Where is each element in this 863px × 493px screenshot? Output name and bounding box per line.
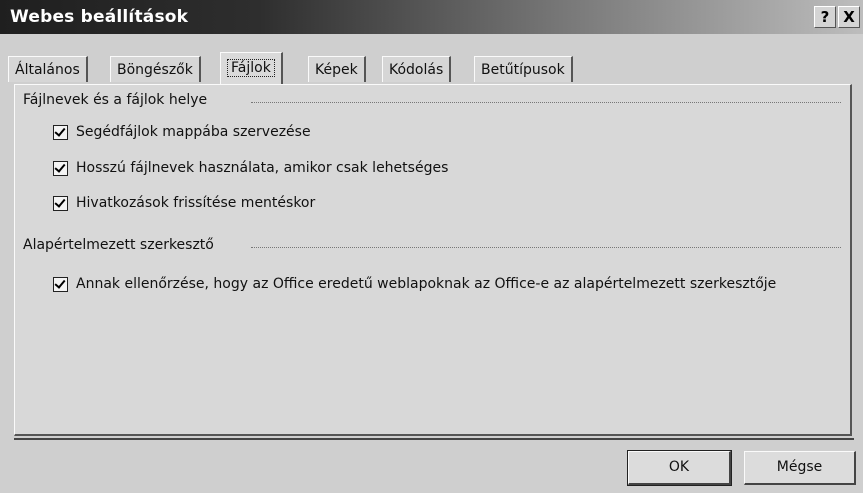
tab-kepek[interactable]: Képek	[308, 56, 366, 82]
option-label: Segédfájlok mappába szervezése	[76, 124, 311, 140]
tab-altalanos[interactable]: Általános	[8, 56, 88, 82]
group-divider	[251, 102, 841, 103]
web-options-dialog: Webes beállítások ? X Általános Böngésző…	[0, 0, 863, 493]
tab-bongeszok[interactable]: Böngészők	[110, 56, 201, 82]
option-label: Hosszú fájlnevek használata, amikor csak…	[76, 160, 449, 176]
checkbox-checked[interactable]	[53, 160, 68, 176]
checkbox-option-subfolders[interactable]: Segédfájlok mappába szervezése	[53, 122, 311, 142]
option-label: Annak ellenőrzése, hogy az Office eredet…	[76, 276, 777, 292]
help-button[interactable]: ?	[814, 6, 836, 28]
tab-panel-fajlok: Fájlnevek és a fájlok helye Segédfájlok …	[14, 84, 852, 436]
group-label-default-editor: Alapértelmezett szerkesztő	[23, 237, 214, 253]
cancel-button[interactable]: Mégse	[744, 451, 856, 485]
tab-fajlok[interactable]: Fájlok	[220, 52, 283, 84]
group-label-files: Fájlnevek és a fájlok helye	[23, 92, 208, 108]
ok-button[interactable]: OK	[627, 450, 732, 486]
checkbox-checked[interactable]	[53, 124, 68, 140]
checkbox-option-update-links[interactable]: Hivatkozások frissítése mentéskor	[53, 193, 315, 213]
footer-divider	[14, 438, 854, 440]
tab-fajlok-label: Fájlok	[227, 59, 275, 77]
tab-betutipusok[interactable]: Betűtípusok	[474, 56, 573, 82]
close-button[interactable]: X	[838, 6, 860, 28]
checkbox-checked[interactable]	[53, 195, 68, 211]
checkbox-checked[interactable]	[53, 276, 68, 292]
checkbox-option-long-filenames[interactable]: Hosszú fájlnevek használata, amikor csak…	[53, 158, 448, 178]
checkbox-option-office-default-editor[interactable]: Annak ellenőrzése, hogy az Office eredet…	[53, 274, 776, 294]
tab-strip: Általános Böngészők Fájlok Képek Kódolás…	[8, 52, 858, 84]
option-label: Hivatkozások frissítése mentéskor	[76, 195, 316, 211]
group-divider	[251, 247, 841, 248]
tab-kodolas[interactable]: Kódolás	[382, 56, 452, 82]
title-bar: Webes beállítások ? X	[0, 0, 863, 34]
window-title: Webes beállítások	[10, 7, 189, 27]
